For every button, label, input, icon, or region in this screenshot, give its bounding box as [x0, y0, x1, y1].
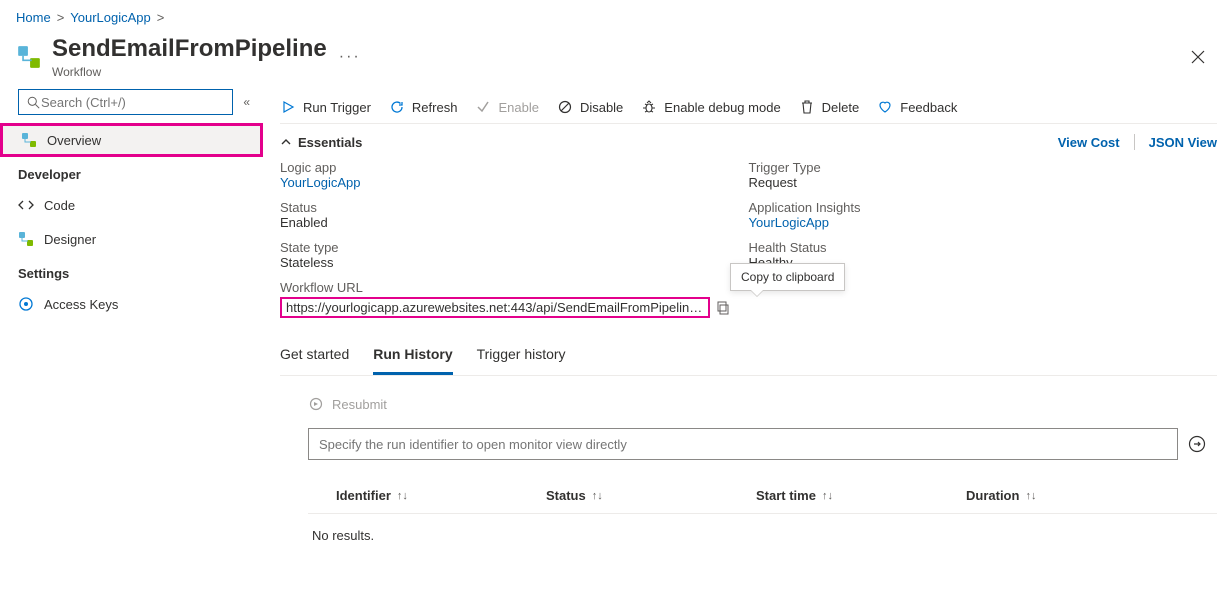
- trash-icon: [799, 99, 815, 115]
- disable-button[interactable]: Disable: [557, 99, 623, 115]
- key-icon: [18, 296, 34, 312]
- breadcrumb: Home > YourLogicApp >: [0, 0, 1229, 31]
- tab-trigger-history[interactable]: Trigger history: [477, 336, 566, 375]
- column-duration[interactable]: Duration↑↓: [966, 488, 1176, 503]
- health-status-label: Health Status: [749, 240, 1218, 255]
- search-input[interactable]: [41, 95, 226, 110]
- more-menu-icon[interactable]: ···: [339, 48, 361, 66]
- trigger-type-value: Request: [749, 175, 1218, 190]
- sort-icon: ↑↓: [1025, 490, 1036, 502]
- column-status[interactable]: Status↑↓: [546, 488, 756, 503]
- sort-icon: ↑↓: [397, 490, 408, 502]
- workflow-url-value[interactable]: https://yourlogicapp.azurewebsites.net:4…: [280, 297, 710, 318]
- resubmit-button: Resubmit: [308, 396, 387, 412]
- sort-icon: ↑↓: [592, 490, 603, 502]
- page-title: SendEmailFromPipeline: [52, 35, 327, 63]
- resubmit-icon: [308, 396, 324, 412]
- command-bar: Run Trigger Refresh Enable Disable Enabl…: [280, 89, 1217, 124]
- workflow-icon: [16, 44, 42, 70]
- copy-icon[interactable]: [716, 301, 730, 315]
- heart-icon: [877, 99, 893, 115]
- logic-app-label: Logic app: [280, 160, 749, 175]
- logic-app-link[interactable]: YourLogicApp: [280, 175, 360, 190]
- breadcrumb-app[interactable]: YourLogicApp: [70, 10, 150, 25]
- disable-icon: [557, 99, 573, 115]
- sidebar-item-code[interactable]: Code: [0, 188, 260, 222]
- chevron-up-icon: [280, 136, 292, 148]
- breadcrumb-home[interactable]: Home: [16, 10, 51, 25]
- page-header: SendEmailFromPipeline Workflow ···: [0, 31, 1229, 89]
- divider: [1134, 134, 1135, 150]
- bug-icon: [641, 99, 657, 115]
- table-header: Identifier↑↓ Status↑↓ Start time↑↓ Durat…: [308, 460, 1217, 514]
- run-identifier-input[interactable]: [308, 428, 1178, 460]
- column-identifier[interactable]: Identifier↑↓: [336, 488, 546, 503]
- app-insights-label: Application Insights: [749, 200, 1218, 215]
- debug-button[interactable]: Enable debug mode: [641, 99, 780, 115]
- main-content: Run Trigger Refresh Enable Disable Enabl…: [260, 89, 1229, 543]
- workflow-icon: [21, 132, 37, 148]
- sidebar-section-settings: Settings: [0, 256, 260, 287]
- copy-tooltip: Copy to clipboard: [730, 263, 845, 291]
- chevron-right-icon: >: [57, 10, 65, 25]
- status-value: Enabled: [280, 215, 749, 230]
- state-type-label: State type: [280, 240, 749, 255]
- sidebar-item-label: Overview: [47, 133, 101, 148]
- feedback-button[interactable]: Feedback: [877, 99, 957, 115]
- workflow-url-label: Workflow URL: [280, 280, 749, 295]
- sidebar-item-label: Access Keys: [44, 297, 118, 312]
- code-icon: [18, 197, 34, 213]
- run-history-panel: Resubmit Identifier↑↓ Status↑↓ Start tim…: [280, 376, 1217, 543]
- json-view-link[interactable]: JSON View: [1149, 135, 1217, 150]
- state-type-value: Stateless: [280, 255, 749, 270]
- search-input-container[interactable]: [18, 89, 233, 115]
- app-insights-link[interactable]: YourLogicApp: [749, 215, 829, 230]
- sidebar-item-designer[interactable]: Designer: [0, 222, 260, 256]
- sidebar-item-overview[interactable]: Overview: [0, 123, 263, 157]
- play-icon: [280, 99, 296, 115]
- tabs: Get started Run History Trigger history: [280, 336, 1217, 376]
- tab-get-started[interactable]: Get started: [280, 336, 349, 375]
- designer-icon: [18, 231, 34, 247]
- sidebar-item-label: Designer: [44, 232, 96, 247]
- check-icon: [475, 99, 491, 115]
- essentials-panel: Essentials View Cost JSON View Logic app…: [280, 124, 1217, 324]
- sidebar-item-label: Code: [44, 198, 75, 213]
- sidebar: « Overview Developer Code Designer Setti…: [0, 89, 260, 543]
- close-icon[interactable]: [1183, 46, 1213, 68]
- page-subtitle: Workflow: [52, 65, 327, 79]
- column-start-time[interactable]: Start time↑↓: [756, 488, 966, 503]
- sidebar-section-developer: Developer: [0, 157, 260, 188]
- no-results-text: No results.: [308, 514, 1217, 543]
- view-cost-link[interactable]: View Cost: [1058, 135, 1120, 150]
- go-icon[interactable]: [1188, 435, 1206, 453]
- chevron-right-icon: >: [157, 10, 165, 25]
- refresh-icon: [389, 99, 405, 115]
- refresh-button[interactable]: Refresh: [389, 99, 458, 115]
- essentials-toggle[interactable]: Essentials View Cost JSON View: [280, 134, 1217, 150]
- trigger-type-label: Trigger Type: [749, 160, 1218, 175]
- tab-run-history[interactable]: Run History: [373, 336, 452, 375]
- sort-icon: ↑↓: [822, 490, 833, 502]
- delete-button[interactable]: Delete: [799, 99, 860, 115]
- sidebar-item-access-keys[interactable]: Access Keys: [0, 287, 260, 321]
- search-icon: [25, 94, 41, 110]
- enable-button: Enable: [475, 99, 538, 115]
- run-trigger-button[interactable]: Run Trigger: [280, 99, 371, 115]
- status-label: Status: [280, 200, 749, 215]
- collapse-sidebar-icon[interactable]: «: [243, 95, 250, 109]
